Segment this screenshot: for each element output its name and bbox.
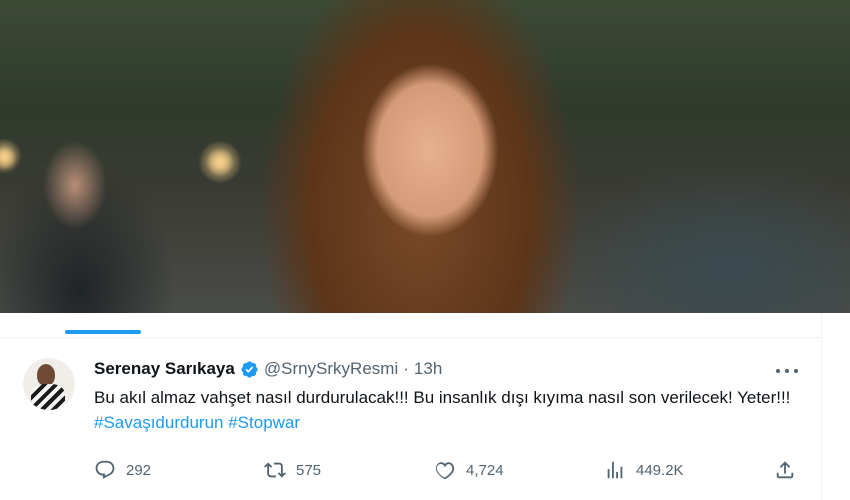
share-icon [776,461,794,479]
reply-count: 292 [126,461,152,479]
timestamp[interactable]: 13h [414,359,442,379]
like-button[interactable]: 4,724 [434,455,504,485]
author-name[interactable]: Serenay Sarıkaya [94,359,235,379]
tab-active-indicator [65,330,141,334]
reply-button[interactable]: 292 [94,455,151,485]
tweet-actions: 292 575 4,724 449.2K [94,455,804,485]
bokeh-light [0,138,22,174]
views-button[interactable]: 449.2K [604,455,684,485]
reply-icon [95,460,115,479]
share-button[interactable] [774,455,806,485]
retweet-count: 575 [296,461,322,479]
separator-dot: · [403,359,409,378]
tweet-text: Bu akıl almaz vahşet nasıl durdurulacak!… [94,385,804,435]
tweet-header: Serenay Sarıkaya @SrnySrkyResmi · 13h [94,357,442,381]
bokeh-light [198,140,242,184]
views-chart-icon [607,461,623,479]
divider [0,337,822,338]
tweet-media-photo[interactable] [0,0,850,313]
hashtag-link[interactable]: #Stopwar [228,413,300,432]
retweet-button[interactable]: 575 [264,455,321,485]
hashtag-link[interactable]: #Savaşıdurdurun [94,413,223,432]
avatar[interactable] [23,358,75,410]
verified-badge-icon [241,360,258,378]
views-count: 449.2K [636,461,684,479]
retweet-icon [264,462,286,478]
more-dots-icon[interactable] [776,367,798,375]
heart-icon [435,462,455,480]
like-count: 4,724 [466,461,504,479]
author-handle[interactable]: @SrnySrkyResmi [264,359,398,379]
tweet-card: Serenay Sarıkaya @SrnySrkyResmi · 13h Bu… [0,313,822,500]
tweet-body: Bu akıl almaz vahşet nasıl durdurulacak!… [94,388,791,407]
